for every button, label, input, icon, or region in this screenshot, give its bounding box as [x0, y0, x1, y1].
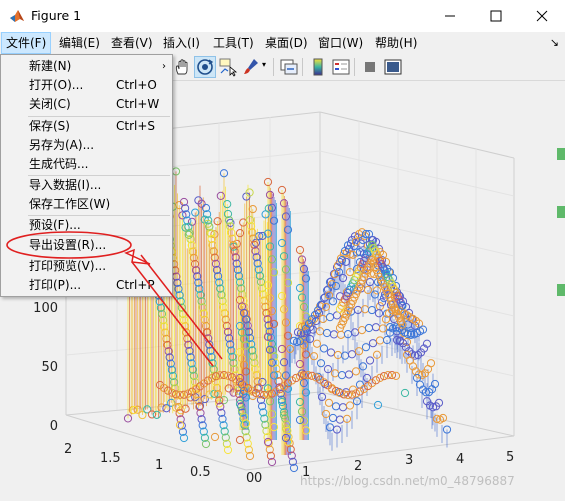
menu-desktop[interactable]: 桌面(D)	[260, 32, 313, 54]
x-tick-label: 2	[354, 459, 362, 474]
matlab-logo-icon	[10, 10, 24, 22]
menu-view[interactable]: 查看(V)	[106, 32, 158, 54]
background-window-fragment	[557, 148, 565, 160]
pan-icon[interactable]	[172, 57, 192, 77]
window-title: Figure 1	[31, 8, 82, 23]
menu-item-generate-code[interactable]: 生成代码...	[2, 155, 170, 174]
y-tick-label: 1	[155, 458, 163, 473]
menu-item-preferences[interactable]: 预设(F)...	[2, 216, 170, 235]
dock-figure-icon[interactable]: ↘	[550, 36, 559, 49]
submenu-arrow-icon: ›	[162, 61, 166, 72]
toolbar-separator	[273, 58, 274, 76]
x-tick-label: 3	[405, 453, 413, 468]
menu-edit[interactable]: 编辑(E)	[54, 32, 105, 54]
menu-item-save[interactable]: 保存(S) Ctrl+S	[2, 117, 170, 136]
menu-item-open[interactable]: 打开(O)... Ctrl+O	[2, 76, 170, 95]
colorbar-icon[interactable]	[308, 57, 328, 77]
menu-file[interactable]: 文件(F)	[1, 32, 52, 54]
maximize-button[interactable]	[473, 0, 519, 32]
legend-icon[interactable]	[331, 57, 351, 77]
menu-item-new[interactable]: 新建(N) ›	[2, 57, 170, 76]
menu-item-export-setup[interactable]: 导出设置(R)...	[2, 236, 170, 255]
x-tick-label: 5	[506, 450, 514, 465]
toolbar-separator	[302, 58, 303, 76]
y-tick-label: 2	[64, 442, 72, 457]
rotate-3d-icon[interactable]	[194, 56, 216, 78]
data-cursor-icon[interactable]	[218, 57, 238, 77]
menu-help[interactable]: 帮助(H)	[370, 32, 422, 54]
window-title-bar: Figure 1	[0, 0, 565, 32]
menu-item-print-preview[interactable]: 打印预览(V)...	[2, 257, 170, 276]
menu-window[interactable]: 窗口(W)	[313, 32, 368, 54]
menu-insert[interactable]: 插入(I)	[158, 32, 205, 54]
menu-item-import-data[interactable]: 导入数据(I)...	[2, 176, 170, 195]
link-plot-icon[interactable]	[279, 57, 299, 77]
brush-icon[interactable]	[241, 57, 261, 77]
menu-item-save-as[interactable]: 另存为(A)...	[2, 136, 170, 155]
toolbar-separator	[354, 58, 355, 76]
menu-tools[interactable]: 工具(T)	[208, 32, 259, 54]
z-tick-label: 50	[41, 360, 58, 375]
maximize-icon	[490, 10, 502, 22]
z-tick-label: 0	[50, 419, 58, 434]
menu-item-print[interactable]: 打印(P)... Ctrl+P	[2, 276, 170, 295]
hide-plot-tools-icon[interactable]	[360, 57, 380, 77]
x-tick-label: 0	[254, 471, 262, 486]
minimize-button[interactable]	[427, 0, 473, 32]
watermark-text: https://blog.csdn.net/m0_48796887	[300, 474, 515, 488]
minimize-icon	[445, 15, 455, 17]
x-tick-label: 4	[456, 452, 464, 467]
menu-item-close[interactable]: 关闭(C) Ctrl+W	[2, 95, 170, 114]
stem-markers	[123, 167, 452, 473]
menu-bar: 文件(F) 编辑(E) 查看(V) 插入(I) 工具(T) 桌面(D) 窗口(W…	[0, 32, 565, 54]
brush-dropdown-chevron-icon[interactable]: ▾	[262, 60, 266, 69]
background-window-fragment	[557, 206, 565, 218]
close-icon	[536, 10, 548, 22]
background-window-fragment	[557, 284, 565, 296]
show-plot-tools-icon[interactable]	[383, 57, 403, 77]
file-menu-dropdown: 新建(N) › 打开(O)... Ctrl+O 关闭(C) Ctrl+W 保存(…	[0, 54, 173, 297]
y-tick-label: 1.5	[100, 451, 121, 466]
z-tick-label: 100	[33, 301, 58, 316]
close-window-button[interactable]	[519, 0, 565, 32]
y-tick-label: 0.5	[190, 465, 211, 480]
menu-item-save-workspace[interactable]: 保存工作区(W)	[2, 195, 170, 214]
